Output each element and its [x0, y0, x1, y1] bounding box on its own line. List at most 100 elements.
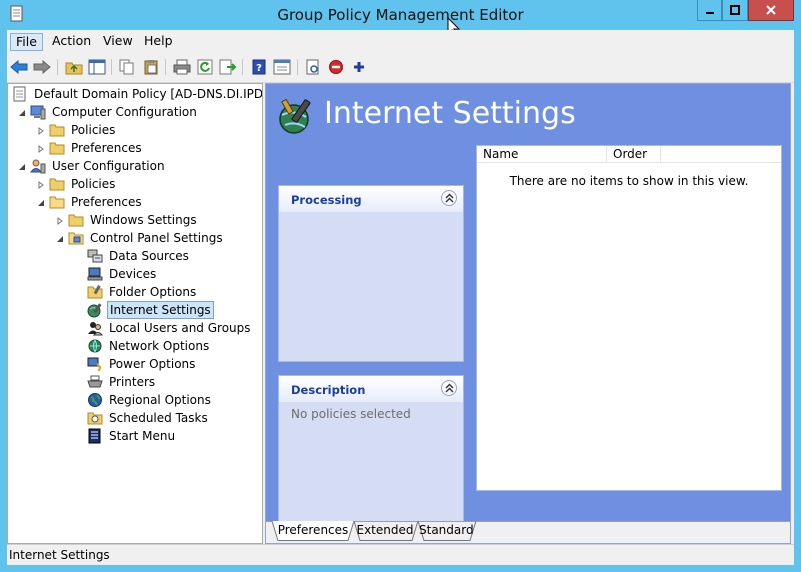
- menu-file[interactable]: File: [10, 33, 43, 51]
- forward-button[interactable]: [32, 57, 52, 77]
- tree-pane[interactable]: Default Domain Policy [AD-DNS.DI.IPDR] P…: [7, 83, 263, 544]
- tree-label: Policies: [71, 177, 116, 191]
- refresh-button[interactable]: [195, 57, 215, 77]
- menu-bar: File Action View Help: [7, 30, 794, 53]
- globe-icon: [88, 393, 102, 407]
- double-chevron-up-icon: [445, 193, 453, 203]
- list-header: Name Order: [477, 146, 781, 163]
- computer-icon: [30, 105, 46, 120]
- minimize-button[interactable]: [697, 0, 722, 21]
- collapse-arrow-icon[interactable]: [36, 198, 45, 207]
- tree-label: Computer Configuration: [52, 105, 197, 119]
- description-panel-header[interactable]: Description: [279, 376, 463, 402]
- properties-icon: [273, 59, 291, 75]
- expand-arrow-icon[interactable]: [36, 144, 45, 153]
- tree-cc-policies[interactable]: Policies: [49, 121, 117, 139]
- tree-item-start-menu[interactable]: Start Menu: [87, 427, 177, 445]
- column-header-order[interactable]: Order: [607, 146, 661, 163]
- data-sources-icon: [87, 249, 103, 263]
- folder-options-icon: [87, 285, 103, 299]
- up-one-level-button[interactable]: [64, 57, 84, 77]
- tree-computer-configuration[interactable]: Computer Configuration: [30, 103, 199, 121]
- stop-button[interactable]: [326, 57, 346, 77]
- collapse-arrow-icon[interactable]: [17, 108, 26, 117]
- tree-label: Default Domain Policy [AD-DNS.DI.IPDR] P: [34, 87, 263, 101]
- description-title: Description: [291, 383, 366, 397]
- menu-help[interactable]: Help: [139, 33, 178, 51]
- open-folder-icon: [49, 196, 65, 209]
- export-list-button[interactable]: [218, 57, 238, 77]
- details-pane: Internet Settings Processing Description…: [265, 83, 791, 544]
- copy-button[interactable]: [117, 57, 137, 77]
- tree-item-printers[interactable]: Printers: [87, 373, 157, 391]
- tree-item-internet-settings[interactable]: Internet Settings: [87, 301, 214, 319]
- back-button[interactable]: [9, 57, 29, 77]
- tab-preferences[interactable]: Preferences: [274, 521, 352, 541]
- collapse-arrow-icon[interactable]: [17, 162, 26, 171]
- tree-root[interactable]: Default Domain Policy [AD-DNS.DI.IPDR] P: [12, 85, 263, 103]
- view-tabs: Preferences Extended Standard: [266, 521, 790, 543]
- start-menu-icon: [88, 428, 101, 444]
- tree-uc-preferences[interactable]: Preferences: [49, 193, 144, 211]
- toolbar: ?: [7, 53, 794, 83]
- tree-item-power-options[interactable]: Power Options: [87, 355, 197, 373]
- printer-icon: [87, 375, 103, 388]
- tab-extended[interactable]: Extended: [355, 521, 415, 541]
- add-button[interactable]: [349, 57, 369, 77]
- tree-label: Windows Settings: [90, 213, 197, 227]
- users-groups-icon: [88, 322, 103, 336]
- tree-windows-settings[interactable]: Windows Settings: [68, 211, 199, 229]
- folder-icon: [49, 142, 65, 155]
- tree-control-panel-settings[interactable]: Control Panel Settings: [68, 229, 225, 247]
- tree-label: Regional Options: [109, 393, 211, 407]
- tree-label: Preferences: [71, 195, 142, 209]
- tree-uc-policies[interactable]: Policies: [49, 175, 117, 193]
- test-button[interactable]: [303, 57, 323, 77]
- power-options-icon: [87, 357, 102, 372]
- paste-icon: [144, 60, 158, 75]
- internet-settings-icon: [279, 98, 311, 134]
- tree-item-devices[interactable]: Devices: [87, 265, 158, 283]
- menu-view[interactable]: View: [98, 33, 138, 51]
- tab-standard[interactable]: Standard: [419, 521, 474, 541]
- control-panel-folder-icon: [68, 232, 84, 245]
- paste-button[interactable]: [141, 57, 161, 77]
- maximize-button[interactable]: [722, 0, 748, 21]
- back-arrow-icon: [10, 60, 28, 74]
- column-header-name[interactable]: Name: [477, 146, 607, 163]
- title-bar: Group Policy Management Editor: [0, 0, 801, 30]
- tree-item-data-sources[interactable]: Data Sources: [87, 247, 191, 265]
- help-icon: ?: [252, 59, 266, 75]
- collapse-arrow-icon[interactable]: [55, 234, 64, 243]
- processing-panel-header[interactable]: Processing: [279, 186, 463, 212]
- expand-arrow-icon[interactable]: [55, 216, 64, 225]
- minimize-icon: [705, 12, 714, 14]
- network-options-icon: [88, 339, 102, 353]
- tree-label: Power Options: [109, 357, 196, 371]
- tree-item-regional-options[interactable]: Regional Options: [87, 391, 213, 409]
- tree-item-local-users-and-groups[interactable]: Local Users and Groups: [87, 319, 253, 337]
- add-icon: [354, 62, 364, 72]
- items-list-view[interactable]: Name Order There are no items to show in…: [476, 145, 782, 491]
- tree-item-network-options[interactable]: Network Options: [87, 337, 211, 355]
- processing-collapse-button[interactable]: [441, 190, 457, 206]
- tree-label: Folder Options: [109, 285, 197, 299]
- tree-label: Internet Settings: [107, 301, 214, 319]
- tree-label: Data Sources: [109, 249, 189, 263]
- tree-cc-preferences[interactable]: Preferences: [49, 139, 144, 157]
- menu-action[interactable]: Action: [47, 33, 96, 51]
- tree-item-scheduled-tasks[interactable]: Scheduled Tasks: [87, 409, 210, 427]
- properties-button[interactable]: [272, 57, 292, 77]
- expand-arrow-icon[interactable]: [36, 180, 45, 189]
- print-button[interactable]: [172, 57, 192, 77]
- expand-arrow-icon[interactable]: [36, 126, 45, 135]
- internet-settings-icon: [87, 303, 102, 318]
- forward-arrow-icon: [33, 60, 51, 74]
- description-collapse-button[interactable]: [441, 380, 457, 396]
- export-list-icon: [219, 59, 237, 75]
- tree-user-configuration[interactable]: User Configuration: [30, 157, 167, 175]
- show-hide-tree-button[interactable]: [87, 57, 107, 77]
- close-button[interactable]: [748, 0, 794, 21]
- help-button[interactable]: ?: [249, 57, 269, 77]
- tree-item-folder-options[interactable]: Folder Options: [87, 283, 198, 301]
